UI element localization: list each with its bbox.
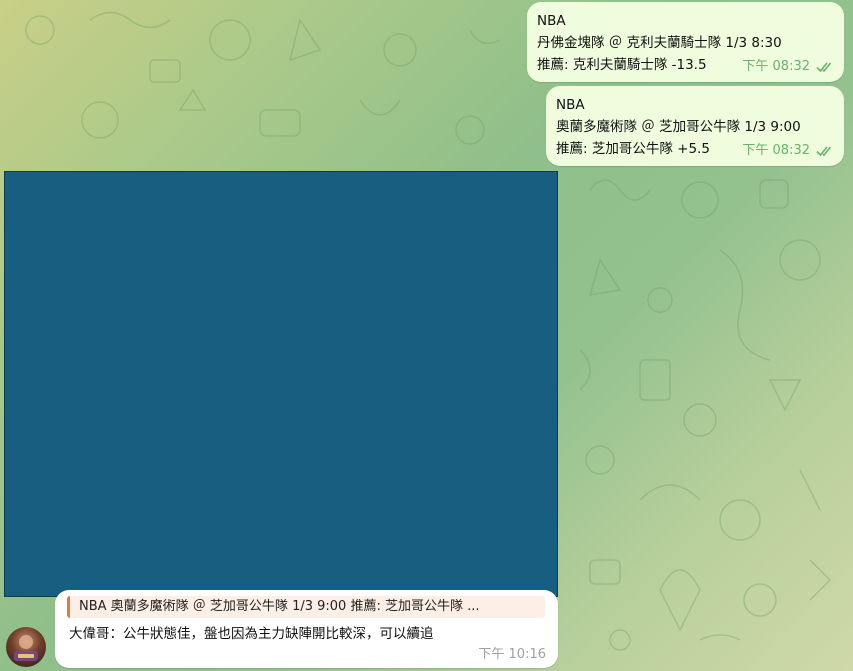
message-time: 下午 08:32 [742,143,810,158]
media-placeholder[interactable] [4,171,558,597]
reply-message-bubble[interactable]: NBA 奧蘭多魔術隊 ＠ 芝加哥公牛隊 1/3 9:00 推薦: 芝加哥公牛隊 … [55,590,558,668]
reply-time: 下午 10:16 [478,647,546,662]
message-matchup: 奧蘭多魔術隊 ＠ 芝加哥公牛隊 1/3 9:00 [556,119,801,135]
message-league: NBA [556,97,585,113]
message-time: 下午 08:32 [742,59,810,74]
double-check-icon [816,61,834,73]
double-check-icon [816,145,834,157]
message-matchup: 丹佛金塊隊 ＠ 克利夫蘭騎士隊 1/3 8:30 [537,35,782,51]
message-bubble[interactable]: NBA 奧蘭多魔術隊 ＠ 芝加哥公牛隊 1/3 9:00 推薦: 芝加哥公牛隊 … [546,86,844,166]
message-meta: 下午 08:32 [742,140,834,162]
quoted-message[interactable]: NBA 奧蘭多魔術隊 ＠ 芝加哥公牛隊 1/3 9:00 推薦: 芝加哥公牛隊 … [67,596,545,618]
avatar[interactable] [6,627,46,667]
message-league: NBA [537,13,566,29]
message-meta: 下午 08:32 [742,56,834,78]
reply-text: 大偉哥：公牛狀態佳，盤也因為主力缺陣開比較深，可以續追 [69,626,434,642]
message-bubble[interactable]: NBA 丹佛金塊隊 ＠ 克利夫蘭騎士隊 1/3 8:30 推薦: 克利夫蘭騎士隊… [527,2,844,82]
